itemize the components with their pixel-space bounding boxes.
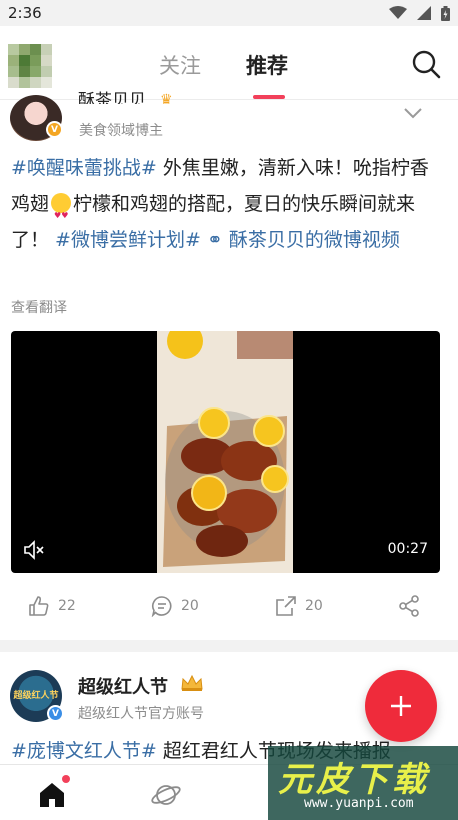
mute-icon[interactable]	[23, 539, 45, 561]
post2-author-subtitle: 超级红人节官方账号	[78, 706, 204, 722]
emoji-icon: ♥♥	[51, 193, 72, 220]
tab-recommend[interactable]: 推荐	[246, 50, 288, 80]
comment-icon	[151, 596, 172, 617]
watermark-url: www.yuanpi.com	[304, 796, 414, 811]
post2-author-name[interactable]: 超级红人节	[78, 673, 168, 699]
search-icon[interactable]	[410, 48, 442, 80]
plus-icon	[391, 696, 411, 716]
hashtag-link[interactable]: #庞博文红人节#	[11, 740, 157, 762]
signal-icon	[417, 6, 431, 20]
post2-avatar-logo-text: 超级红人节	[13, 691, 59, 701]
crown-icon: ♛	[160, 92, 173, 108]
repost-button[interactable]: 20	[275, 588, 323, 624]
repost-icon	[276, 596, 296, 616]
post1-author-subtitle: 美食领域博主	[79, 123, 163, 139]
chevron-down-icon[interactable]	[402, 104, 424, 122]
watermark-title: 元皮下载	[278, 760, 430, 800]
post1-text: #唤醒味蕾挑战# 外焦里嫩，清新入味！吮指柠香鸡翅 ♥♥ 柠檬和鸡翅的搭配，夏日的快…	[11, 150, 447, 258]
like-count: 22	[58, 598, 76, 614]
my-avatar[interactable]	[8, 44, 52, 88]
app-header: 关注 推荐	[0, 26, 458, 100]
battery-icon	[441, 5, 450, 21]
wifi-icon	[389, 6, 407, 19]
home-icon[interactable]	[36, 779, 68, 811]
feed-divider	[0, 640, 458, 652]
like-button[interactable]: 22	[28, 588, 76, 624]
comment-button[interactable]: 20	[151, 588, 199, 624]
thumbs-up-icon	[29, 596, 49, 616]
verified-badge-icon: V	[47, 705, 64, 722]
video-thumbnail	[157, 331, 293, 573]
tab-follow[interactable]: 关注	[159, 50, 201, 80]
verified-badge-icon: V	[46, 121, 63, 138]
status-bar: 2:36	[0, 0, 458, 26]
hashtag-link[interactable]: #微博尝鲜计划#	[55, 229, 201, 251]
watermark: 元皮下载 www.yuanpi.com	[268, 746, 458, 820]
active-tab-indicator	[253, 95, 285, 99]
post1-actions: 22 20 20	[0, 588, 458, 624]
video-link[interactable]: 酥茶贝贝的微博视频	[223, 229, 400, 251]
video-duration: 00:27	[387, 541, 428, 557]
comment-count: 20	[181, 598, 199, 614]
link-icon: ⚭	[200, 229, 223, 251]
status-icons	[389, 5, 450, 21]
video-player[interactable]: 00:27	[11, 331, 440, 573]
translate-link[interactable]: 查看翻译	[11, 297, 67, 317]
hashtag-link[interactable]: #唤醒味蕾挑战#	[11, 157, 157, 179]
notification-dot	[62, 775, 70, 783]
share-button[interactable]	[398, 588, 420, 624]
share-icon	[399, 595, 419, 617]
compose-fab-button[interactable]	[365, 670, 437, 742]
status-time: 2:36	[8, 4, 42, 22]
crown-icon	[181, 674, 203, 691]
discover-planet-icon[interactable]	[150, 779, 182, 811]
repost-count: 20	[305, 598, 323, 614]
post1-author-name[interactable]: 酥茶贝贝	[78, 86, 146, 104]
